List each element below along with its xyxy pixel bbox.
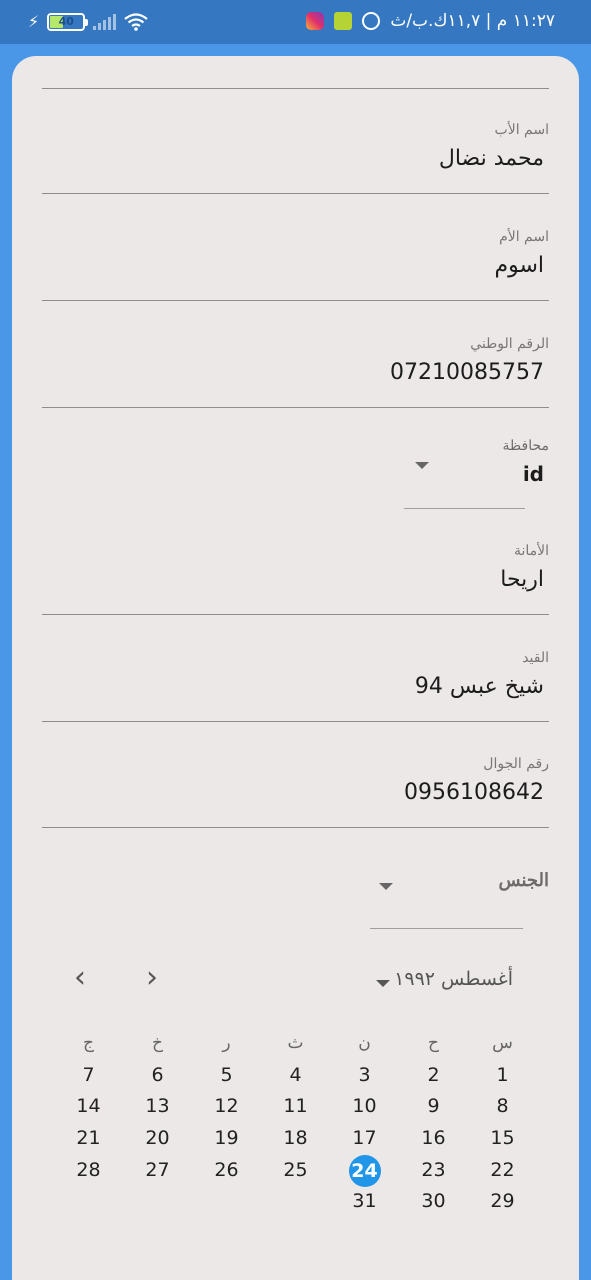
calendar-day[interactable]: 2 <box>399 1060 468 1092</box>
weekday-header-row: سحنثرخج <box>54 1028 537 1060</box>
status-bar: ⚡ 40 ١١:٢٧ م | ١١,٧ك.ب/ث <box>0 0 591 44</box>
weekday-label: ر <box>222 1033 231 1053</box>
calendar-day[interactable]: 11 <box>261 1091 330 1123</box>
calendar-day[interactable]: 6 <box>123 1060 192 1092</box>
app-notification-icon <box>334 12 353 30</box>
mother-name-value[interactable]: اسوم <box>494 253 544 278</box>
calendar-week-row: 1234567 <box>54 1060 537 1092</box>
father-name-field[interactable]: اسم الأب محمد نضال <box>42 88 549 194</box>
calendar-day[interactable]: 21 <box>54 1123 123 1155</box>
amana-value[interactable]: اريحا <box>500 567 544 592</box>
calendar-day[interactable]: 5 <box>192 1060 261 1092</box>
calendar-week-row: 29 30 31 <box>54 1186 537 1218</box>
calendar-day[interactable]: 13 <box>123 1091 192 1123</box>
weekday-label: س <box>492 1033 513 1053</box>
calendar-day[interactable]: 19 <box>192 1123 261 1155</box>
calendar-day[interactable]: 15 <box>468 1123 537 1155</box>
alarm-icon <box>362 12 381 30</box>
calendar-week-row: 8 9 10 11 12 13 14 <box>54 1091 537 1123</box>
mobile-label: رقم الجوال <box>483 756 549 772</box>
status-right-icons: ١١:٢٧ م | ١١,٧ك.ب/ث <box>306 11 555 31</box>
calendar-empty-cell <box>192 1186 261 1218</box>
calendar-day[interactable]: 9 <box>399 1091 468 1123</box>
calendar-day[interactable]: 27 <box>123 1155 192 1187</box>
national-id-label: الرقم الوطني <box>470 336 549 352</box>
calendar-next-button[interactable]: › <box>146 960 158 995</box>
amana-field[interactable]: الأمانة اريحا <box>42 509 549 615</box>
calendar-week-row: 22 23 24 25 26 27 28 <box>54 1154 537 1187</box>
registry-field[interactable]: القيد شيخ عبس 94 <box>42 616 549 722</box>
calendar-day[interactable]: 3 <box>330 1060 399 1092</box>
calendar-week-row: 15 16 17 18 19 20 21 <box>54 1123 537 1155</box>
calendar-day[interactable]: 14 <box>54 1091 123 1123</box>
governorate-dropdown-arrow-icon[interactable] <box>415 462 429 469</box>
calendar-day[interactable]: 30 <box>399 1186 468 1218</box>
calendar-empty-cell <box>261 1186 330 1218</box>
calendar-day[interactable]: 23 <box>399 1155 468 1187</box>
weekday-label: خ <box>152 1033 163 1053</box>
national-id-value[interactable]: 07210085757 <box>390 360 544 385</box>
governorate-label: محافظة <box>502 438 549 454</box>
calendar-day[interactable]: 12 <box>192 1091 261 1123</box>
calendar-day[interactable]: 16 <box>399 1123 468 1155</box>
calendar-grid: س ح ن ث ر خ ج 1 2 3 4 5 6 7 8 9 10 11 12 13 14 15 16 17 18 19 20 21… <box>54 1028 537 1218</box>
mobile-value[interactable]: 0956108642 <box>404 780 544 805</box>
calendar-day[interactable]: 4 <box>261 1060 330 1092</box>
signal-icon <box>93 14 117 30</box>
calendar-prev-button[interactable]: ‹ <box>74 960 86 995</box>
calendar-day[interactable]: 29 <box>468 1186 537 1218</box>
month-dropdown-arrow-icon[interactable] <box>376 980 390 987</box>
calendar-day[interactable]: 25 <box>261 1155 330 1187</box>
calendar-day[interactable]: 10 <box>330 1091 399 1123</box>
status-time-speed: ١١:٢٧ م | ١١,٧ك.ب/ث <box>390 11 555 31</box>
registry-label: القيد <box>522 650 549 666</box>
calendar-day[interactable]: 20 <box>123 1123 192 1155</box>
registry-value[interactable]: شيخ عبس 94 <box>415 674 544 699</box>
battery-icon: 40 <box>47 13 89 31</box>
calendar-day[interactable]: 7 <box>54 1060 123 1092</box>
charging-icon: ⚡ <box>28 12 40 31</box>
national-id-field[interactable]: الرقم الوطني 07210085757 <box>42 302 549 408</box>
mother-name-field[interactable]: اسم الأم اسوم <box>42 195 549 301</box>
calendar-day[interactable]: 31 <box>330 1186 399 1218</box>
gender-underline <box>370 928 523 929</box>
amana-label: الأمانة <box>513 543 549 559</box>
battery-level-text: 40 <box>58 15 74 28</box>
weekday-label: ج <box>83 1033 94 1053</box>
weekday-label: ث <box>287 1033 304 1053</box>
wifi-icon <box>124 13 148 31</box>
father-name-label: اسم الأب <box>494 122 549 138</box>
calendar-empty-cell <box>123 1186 192 1218</box>
gender-label: الجنس <box>498 870 549 891</box>
form-card: اسم الأب محمد نضال اسم الأم اسوم الرقم ا… <box>12 56 579 1280</box>
calendar-day[interactable]: 1 <box>468 1060 537 1092</box>
father-name-value[interactable]: محمد نضال <box>439 146 544 171</box>
weekday-label: ن <box>358 1033 371 1053</box>
calendar-day[interactable]: 28 <box>54 1155 123 1187</box>
governorate-value[interactable]: id <box>523 462 544 486</box>
gender-dropdown-arrow-icon[interactable] <box>379 883 393 890</box>
calendar-empty-cell <box>54 1186 123 1218</box>
calendar-day-selected[interactable]: 24 <box>330 1154 399 1187</box>
mobile-field[interactable]: رقم الجوال 0956108642 <box>42 722 549 828</box>
mother-name-label: اسم الأم <box>499 229 549 245</box>
calendar-day[interactable]: 26 <box>192 1155 261 1187</box>
instagram-notification-icon <box>306 12 325 30</box>
weekday-label: ح <box>428 1033 439 1053</box>
status-left-icons: ⚡ 40 <box>28 13 148 31</box>
calendar-day[interactable]: 22 <box>468 1155 537 1187</box>
calendar-day[interactable]: 17 <box>330 1123 399 1155</box>
calendar-month-label[interactable]: أغسطس ١٩٩٢ <box>394 968 513 990</box>
calendar-day[interactable]: 8 <box>468 1091 537 1123</box>
calendar-day[interactable]: 18 <box>261 1123 330 1155</box>
